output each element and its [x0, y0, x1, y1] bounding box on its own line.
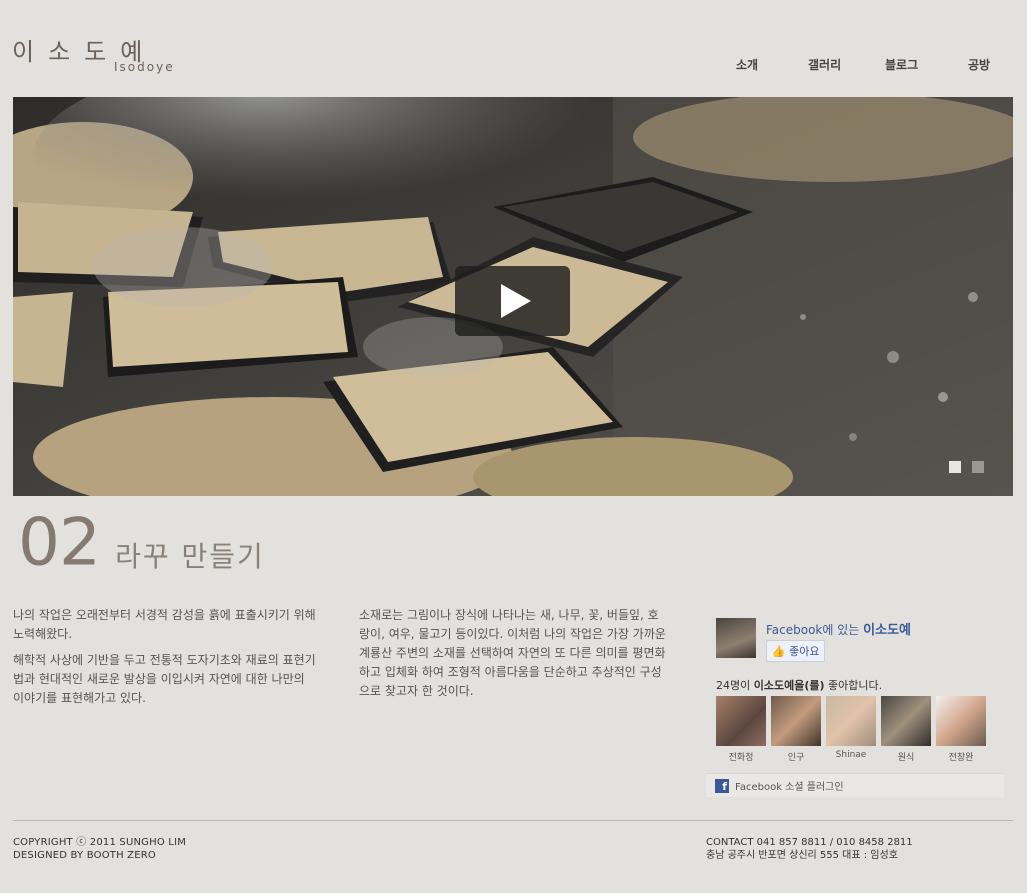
- avatar[interactable]: [936, 696, 986, 746]
- paragraph: 해학적 사상에 기반을 두고 전통적 도자기초와 재료의 표현기법과 현대적인 …: [13, 653, 316, 705]
- content-column-2: 소재로는 그림이나 장식에 나타나는 새, 나무, 꽃, 버들잎, 호랑이, 여…: [359, 606, 669, 708]
- facebook-icon: f: [715, 778, 729, 793]
- address-text: 충남 공주시 반포면 상신리 555 대표 : 임성호: [706, 850, 898, 861]
- nav-item-studio[interactable]: 공방: [968, 56, 990, 73]
- paragraph: 소재로는 그림이나 장식에 나타나는 새, 나무, 꽃, 버들잎, 호랑이, 여…: [359, 608, 666, 698]
- fan-name[interactable]: 원식: [881, 750, 931, 763]
- like-button[interactable]: 👍 좋아요: [766, 640, 825, 662]
- slider-dot-2[interactable]: [972, 461, 984, 473]
- nav-item-about[interactable]: 소개: [736, 56, 758, 73]
- like-label: 좋아요: [789, 645, 820, 658]
- content-column-1: 나의 작업은 오래전부터 서경적 감성을 흙에 표출시키기 위해 노력해왔다. …: [13, 606, 318, 715]
- footer-credits: COPYRIGHT ⓒ 2011 SUNGHO LIM DESIGNED BY …: [13, 836, 186, 862]
- play-button[interactable]: [455, 266, 570, 336]
- page-name[interactable]: 이소도예: [863, 623, 911, 638]
- slider-dots: [949, 461, 984, 473]
- page-prefix: Facebook에 있는: [766, 623, 860, 637]
- avatar[interactable]: [716, 696, 766, 746]
- section-heading: 02 라꾸 만들기: [18, 504, 265, 580]
- contact-text: CONTACT 041 857 8811 / 010 8458 2811: [706, 837, 913, 848]
- main-nav: 소개 갤러리 블로그 공방: [0, 56, 1027, 72]
- fan-name[interactable]: 인구: [771, 750, 821, 763]
- count-name: 이소도예을(를): [753, 679, 825, 692]
- avatar[interactable]: [771, 696, 821, 746]
- fan-list: 전화정 인구 Shinae 원식 전창완: [716, 696, 986, 763]
- paragraph: 나의 작업은 오래전부터 서경적 감성을 흙에 표출시키기 위해 노력해왔다.: [13, 608, 316, 641]
- thumbs-up-icon: 👍: [771, 644, 786, 658]
- section-title: 라꾸 만들기: [115, 540, 265, 573]
- facebook-like-box: Facebook에 있는 이소도예 👍 좋아요 24명이 이소도예을(를) 좋아…: [706, 607, 1004, 797]
- facebook-page-link[interactable]: Facebook에 있는 이소도예: [766, 619, 911, 638]
- count-suffix: 좋아합니다.: [828, 679, 883, 692]
- nav-item-gallery[interactable]: 갤러리: [808, 56, 841, 73]
- fan-name[interactable]: 전창완: [936, 750, 986, 763]
- fan-name[interactable]: 전화정: [716, 750, 766, 763]
- facebook-social-plugin-footer[interactable]: f Facebook 소셜 플러그인: [706, 773, 1004, 797]
- slider-dot-1[interactable]: [949, 461, 961, 473]
- footer-divider: [13, 820, 1013, 821]
- section-number: 02: [18, 504, 101, 581]
- hero-video[interactable]: [13, 97, 1013, 496]
- avatar[interactable]: [881, 696, 931, 746]
- play-icon: [500, 284, 531, 318]
- fan-item[interactable]: 전화정: [716, 696, 766, 763]
- fan-item[interactable]: 전창완: [936, 696, 986, 763]
- fan-item[interactable]: 인구: [771, 696, 821, 763]
- count-prefix: 24명이: [716, 679, 751, 692]
- fan-item[interactable]: 원식: [881, 696, 931, 763]
- avatar[interactable]: [826, 696, 876, 746]
- fan-name[interactable]: Shinae: [826, 750, 876, 760]
- fan-item[interactable]: Shinae: [826, 696, 876, 763]
- social-plugin-label: Facebook 소셜 플러그인: [735, 782, 844, 793]
- like-count: 24명이 이소도예을(를) 좋아합니다.: [716, 677, 882, 693]
- footer-contact: CONTACT 041 857 8811 / 010 8458 2811 충남 …: [706, 836, 913, 862]
- designed-by-text: DESIGNED BY BOOTH ZERO: [13, 850, 156, 861]
- page-thumbnail[interactable]: [716, 618, 756, 658]
- copyright-text: COPYRIGHT ⓒ 2011 SUNGHO LIM: [13, 837, 187, 848]
- nav-item-blog[interactable]: 블로그: [885, 56, 918, 73]
